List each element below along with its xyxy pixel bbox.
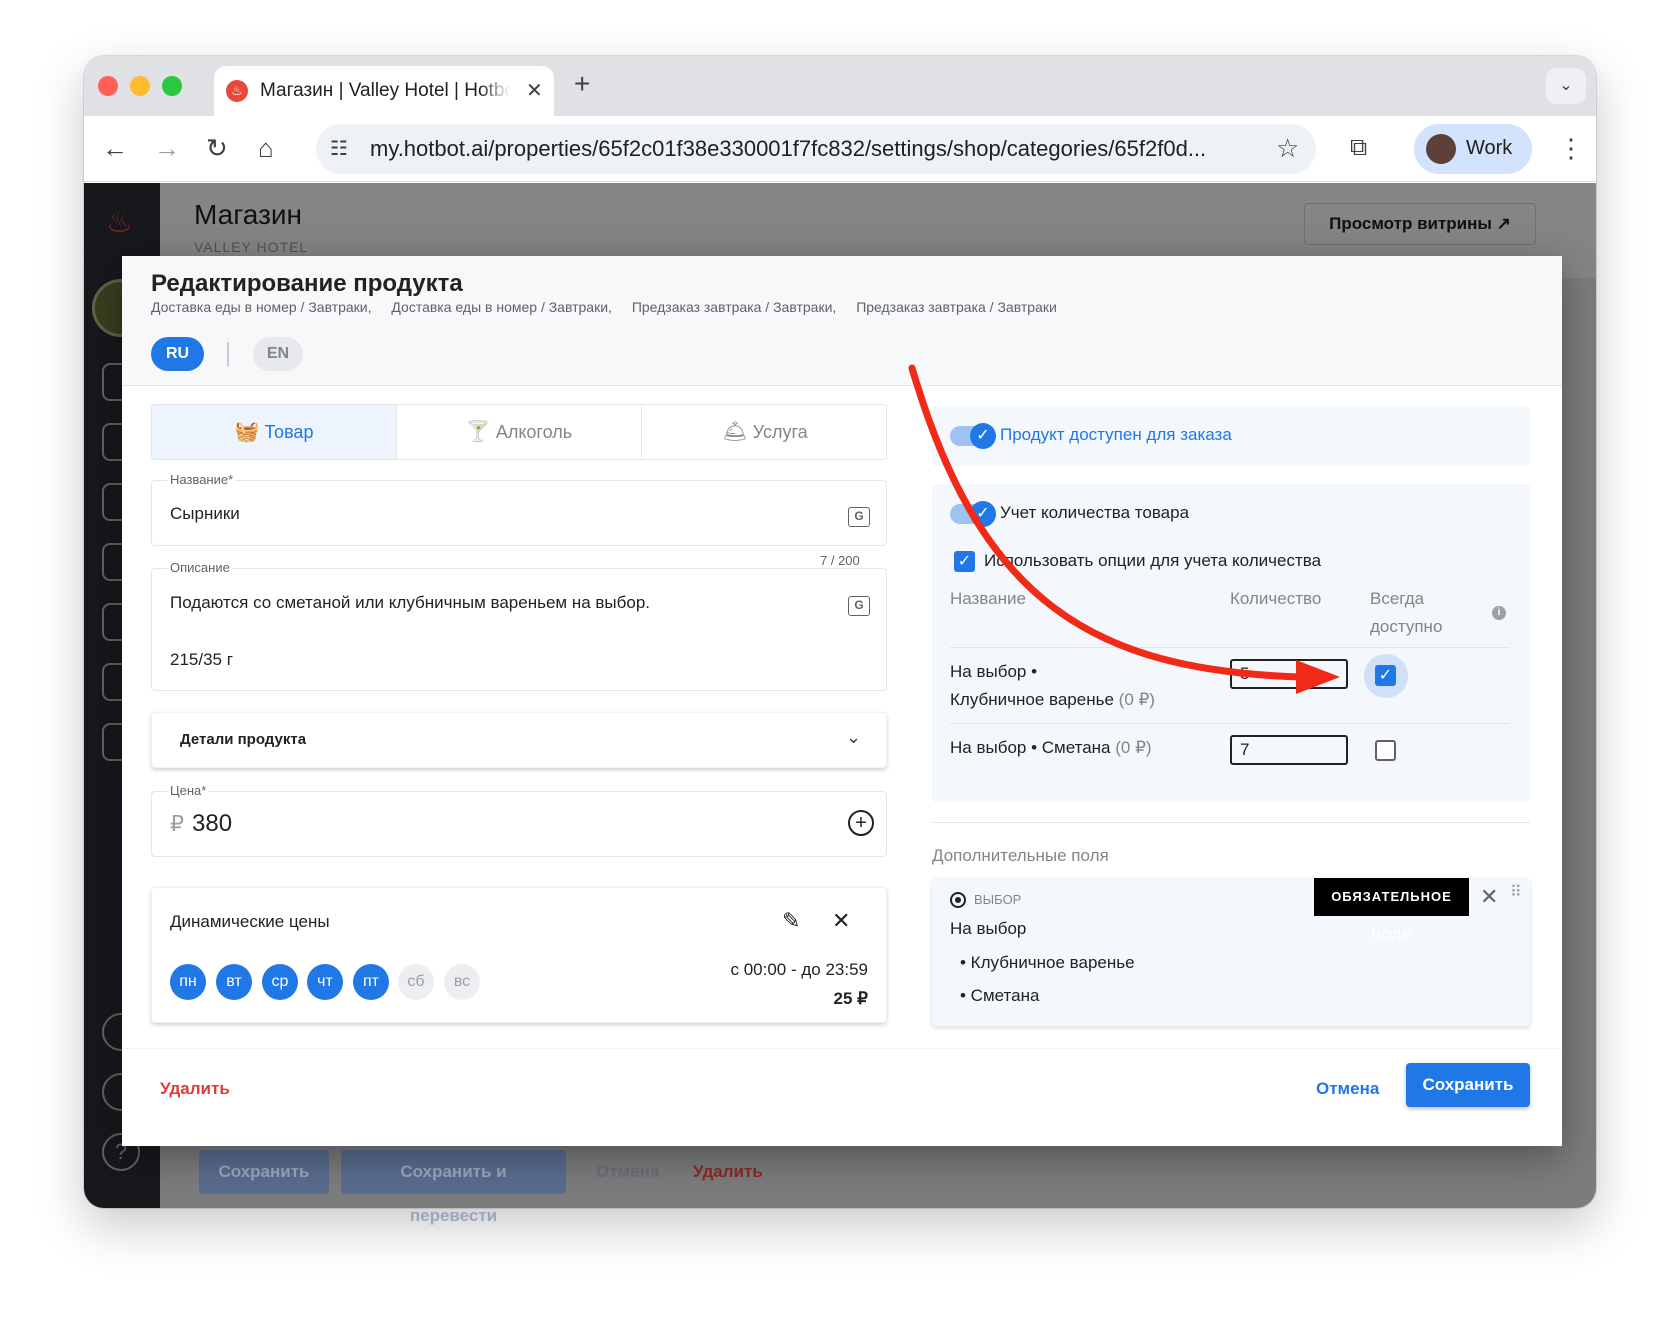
annotation-arrow [908, 364, 1340, 694]
